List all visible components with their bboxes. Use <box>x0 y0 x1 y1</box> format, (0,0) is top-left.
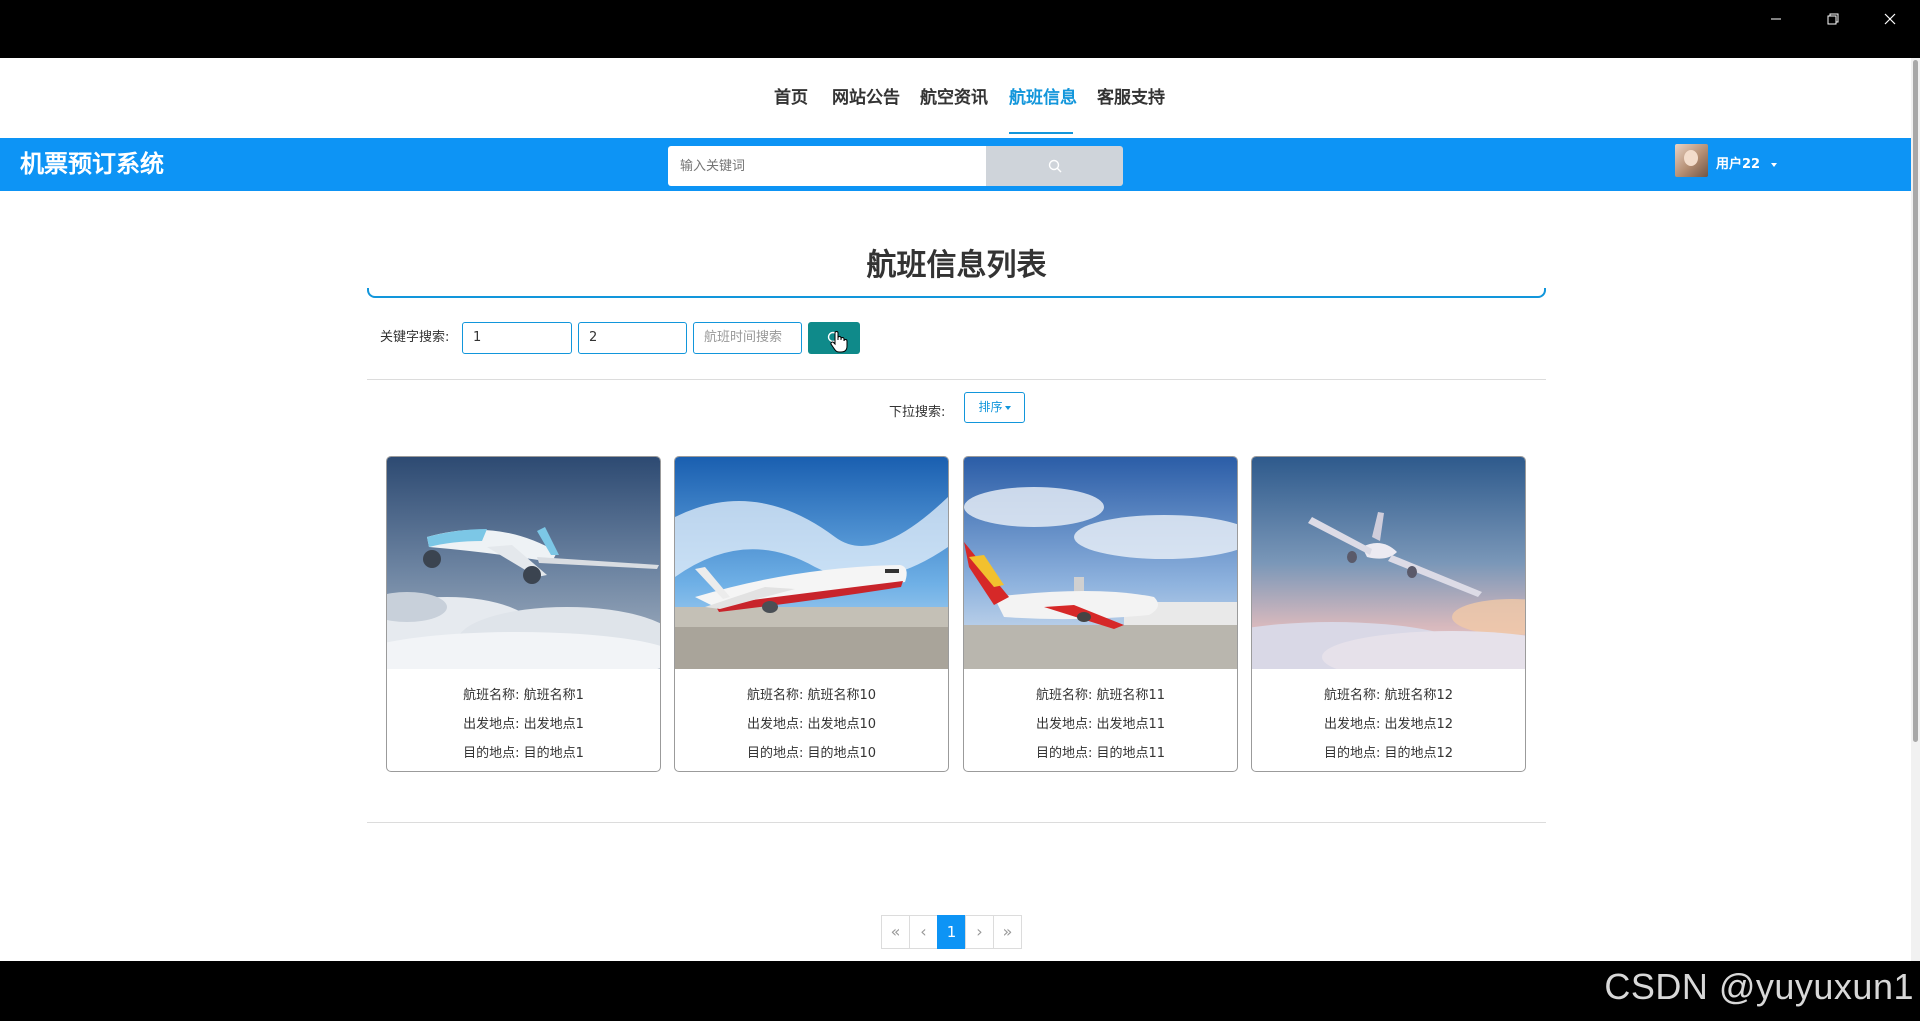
avatar[interactable] <box>1675 144 1708 177</box>
flight-name: 航班名称: 航班名称1 <box>463 688 584 703</box>
departure-location: 出发地点: 出发地点11 <box>1035 717 1166 732</box>
flight-info: 航班名称: 航班名称11 出发地点: 出发地点11 目的地点: 目的地点11 <box>964 681 1237 768</box>
keyword-search-label: 关键字搜索: <box>380 330 450 345</box>
destination-location: 目的地点: 目的地点11 <box>1035 746 1166 761</box>
nav-item-customer-support[interactable]: 客服支持 <box>1097 58 1165 138</box>
page-prev-button[interactable]: ‹ <box>909 915 938 949</box>
page-next-button[interactable]: › <box>965 915 994 949</box>
browser-viewport: 首页 网站公告 航空资讯 航班信息 客服支持 机票预订系统 用户22 航班信息列… <box>0 58 1920 961</box>
active-nav-indicator <box>1009 132 1073 134</box>
flight-time-search-input[interactable]: 航班时间搜索 <box>693 322 802 354</box>
flight-info: 航班名称: 航班名称12 出发地点: 出发地点12 目的地点: 目的地点12 <box>1252 681 1525 768</box>
page-title: 航班信息列表 <box>866 248 1047 283</box>
chevron-down-icon[interactable] <box>1771 163 1777 167</box>
flight-image[interactable] <box>675 457 948 669</box>
scrollbar-thumb[interactable] <box>1913 60 1918 742</box>
nav-item-home[interactable]: 首页 <box>774 58 808 138</box>
sort-label: 排序 <box>978 400 1003 414</box>
pagination: « ‹ 1 › » <box>881 915 1022 949</box>
flight-info: 航班名称: 航班名称1 出发地点: 出发地点1 目的地点: 目的地点1 <box>387 681 660 768</box>
nav-item-flight-info[interactable]: 航班信息 <box>1009 58 1077 138</box>
page-last-button[interactable]: » <box>993 915 1022 949</box>
flight-card[interactable]: 航班名称: 航班名称11 出发地点: 出发地点11 目的地点: 目的地点11 <box>963 456 1238 772</box>
page-current-button[interactable]: 1 <box>937 915 966 949</box>
header-search-button[interactable] <box>986 146 1123 186</box>
sort-dropdown-button[interactable]: 排序 <box>964 392 1025 423</box>
filter-divider <box>367 379 1546 380</box>
departure-location: 出发地点: 出发地点1 <box>463 717 584 732</box>
list-divider <box>367 822 1546 823</box>
flight-image[interactable] <box>387 457 660 669</box>
flight-card[interactable]: 航班名称: 航班名称1 出发地点: 出发地点1 目的地点: 目的地点1 <box>386 456 661 772</box>
flight-image[interactable] <box>1252 457 1525 669</box>
watermark: CSDN @yuyuxun1 <box>1604 966 1914 1007</box>
close-icon[interactable] <box>1862 0 1918 38</box>
flight-card[interactable]: 航班名称: 航班名称10 出发地点: 出发地点10 目的地点: 目的地点10 <box>674 456 949 772</box>
flight-name: 航班名称: 航班名称11 <box>1035 688 1166 703</box>
destination-location: 目的地点: 目的地点1 <box>463 746 584 761</box>
flight-card[interactable]: 航班名称: 航班名称12 出发地点: 出发地点12 目的地点: 目的地点12 <box>1251 456 1526 772</box>
header-bar: 机票预订系统 用户22 <box>0 138 1911 191</box>
departure-location: 出发地点: 出发地点12 <box>1323 717 1454 732</box>
title-underline <box>367 288 1546 298</box>
hand-cursor-icon <box>830 331 848 353</box>
keyword-input-1[interactable]: 1 <box>462 322 572 354</box>
site-brand[interactable]: 机票预订系统 <box>20 138 164 191</box>
page-first-button[interactable]: « <box>881 915 910 949</box>
restore-icon[interactable] <box>1805 0 1861 38</box>
nav-item-announcements[interactable]: 网站公告 <box>832 58 900 138</box>
destination-location: 目的地点: 目的地点12 <box>1323 746 1454 761</box>
nav-item-aviation-news[interactable]: 航空资讯 <box>920 58 988 138</box>
flight-image[interactable] <box>964 457 1237 669</box>
departure-location: 出发地点: 出发地点10 <box>746 717 877 732</box>
flight-name: 航班名称: 航班名称12 <box>1323 688 1454 703</box>
minimize-icon[interactable] <box>1748 0 1804 38</box>
username[interactable]: 用户22 <box>1716 138 1760 191</box>
keyword-input-2[interactable]: 2 <box>578 322 687 354</box>
window-titlebar <box>0 0 1920 58</box>
dropdown-search-label: 下拉搜索: <box>889 405 946 420</box>
top-navigation: 首页 网站公告 航空资讯 航班信息 客服支持 <box>0 58 1911 138</box>
flight-name: 航班名称: 航班名称10 <box>746 688 877 703</box>
destination-location: 目的地点: 目的地点10 <box>746 746 877 761</box>
flight-info: 航班名称: 航班名称10 出发地点: 出发地点10 目的地点: 目的地点10 <box>675 681 948 768</box>
header-search-input[interactable] <box>668 146 986 186</box>
caret-down-icon <box>1004 405 1011 410</box>
search-icon <box>1048 159 1061 173</box>
